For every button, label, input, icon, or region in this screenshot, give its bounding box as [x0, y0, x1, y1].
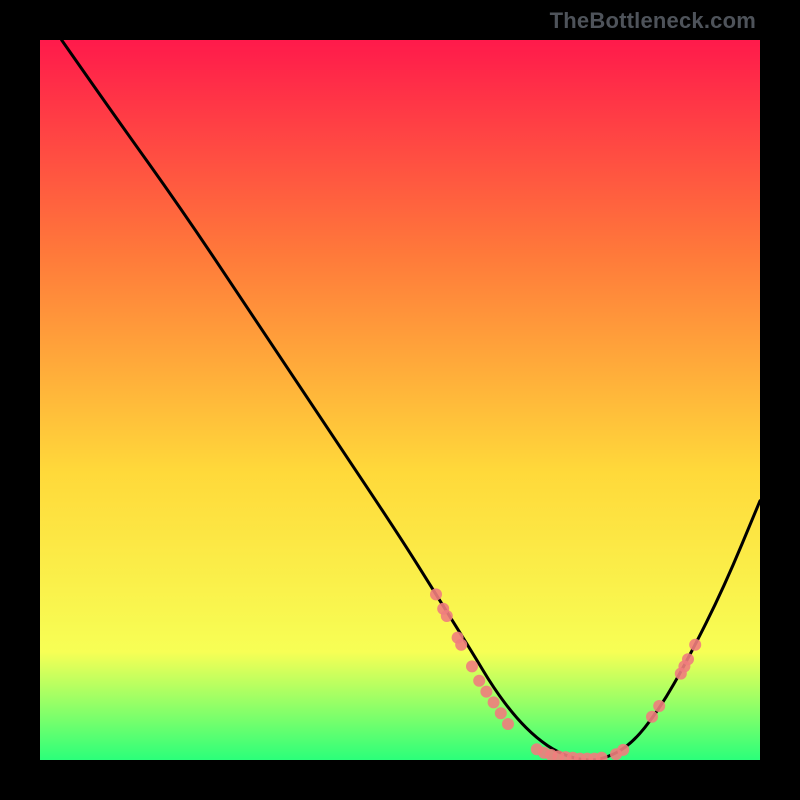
data-marker — [473, 675, 485, 687]
data-marker — [466, 660, 478, 672]
gradient-background — [40, 40, 760, 760]
data-marker — [617, 744, 629, 756]
chart-frame: TheBottleneck.com — [0, 0, 800, 800]
data-marker — [502, 718, 514, 730]
data-marker — [441, 610, 453, 622]
data-marker — [689, 639, 701, 651]
chart-svg — [40, 40, 760, 760]
data-marker — [488, 696, 500, 708]
data-marker — [430, 588, 442, 600]
data-marker — [455, 639, 467, 651]
data-marker — [495, 707, 507, 719]
data-marker — [653, 700, 665, 712]
data-marker — [480, 686, 492, 698]
plot-area — [40, 40, 760, 760]
watermark-text: TheBottleneck.com — [550, 8, 756, 34]
data-marker — [646, 711, 658, 723]
data-marker — [682, 653, 694, 665]
